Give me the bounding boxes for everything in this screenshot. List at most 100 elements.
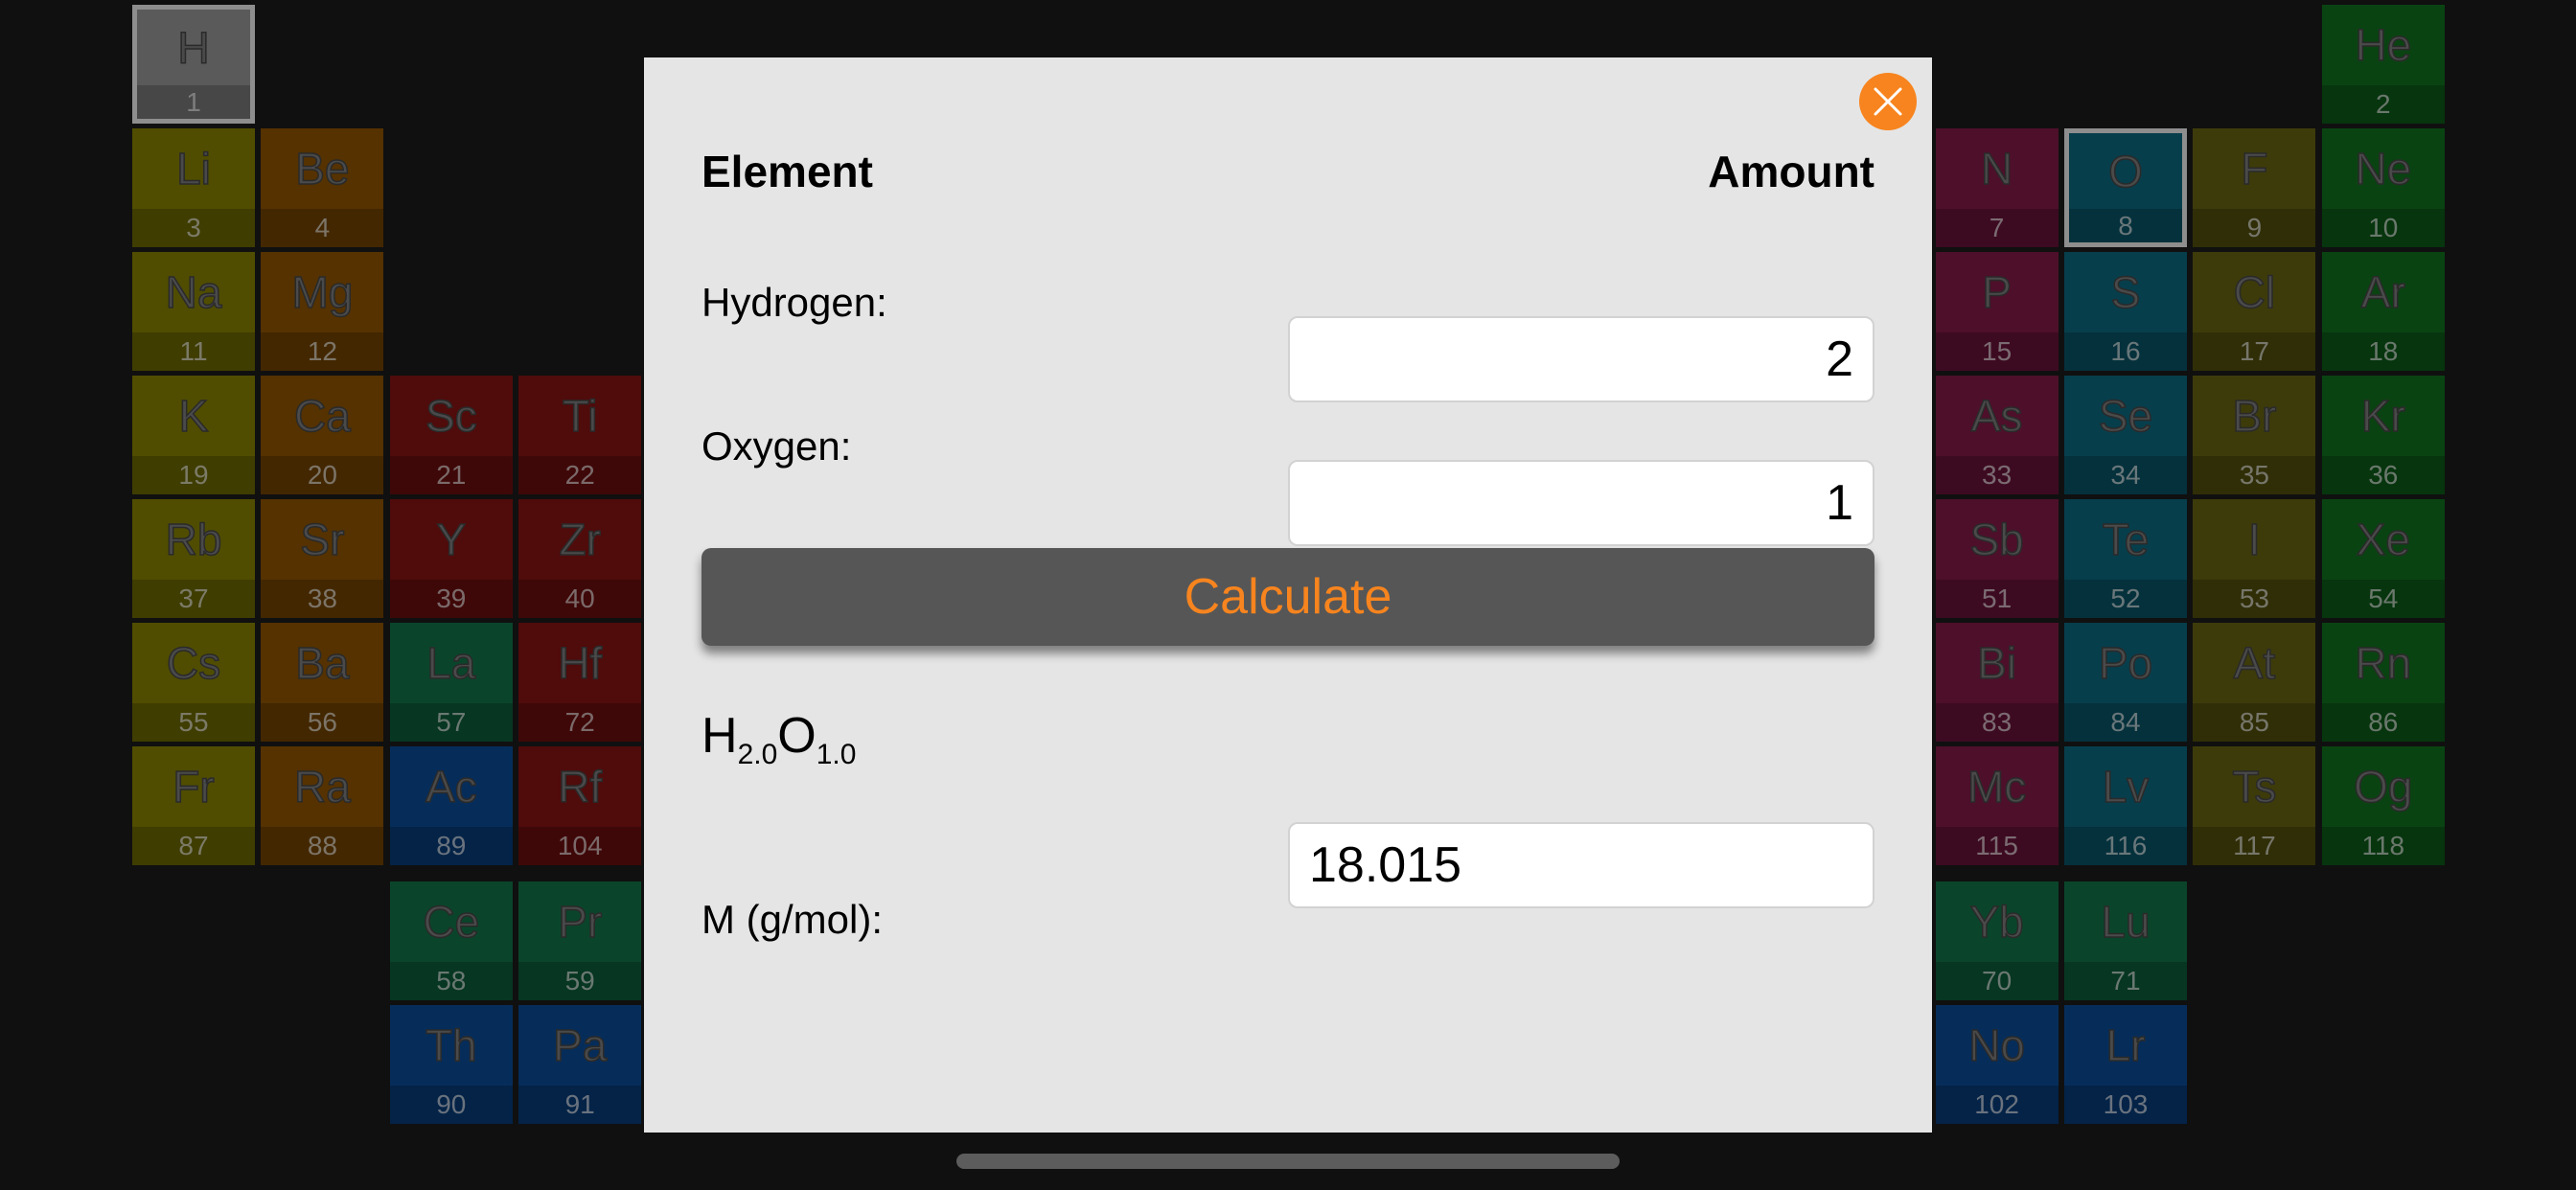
element-symbol: Fr	[172, 761, 216, 812]
element-cell-po[interactable]: Po 84	[2064, 623, 2187, 742]
element-symbol: Sc	[425, 390, 477, 442]
element-cell-li[interactable]: Li 3	[132, 128, 255, 247]
element-cell-sr[interactable]: Sr 38	[261, 499, 384, 618]
element-cell-s[interactable]: S 16	[2064, 252, 2187, 371]
element-symbol: Ba	[295, 637, 351, 689]
amount-column-header: Amount	[1708, 147, 1874, 196]
atomic-number: 20	[261, 456, 384, 494]
element-cell-ce[interactable]: Ce 58	[389, 881, 513, 1000]
element-cell-ar[interactable]: Ar 18	[2321, 252, 2445, 371]
element-symbol: Br	[2232, 390, 2278, 442]
element-cell-lu[interactable]: Lu 71	[2064, 881, 2187, 1000]
element-symbol: Hf	[557, 637, 603, 689]
element-cell-rn[interactable]: Rn 86	[2321, 623, 2445, 742]
element-cell-bi[interactable]: Bi 83	[1935, 623, 2058, 742]
element-cell-xe[interactable]: Xe 54	[2321, 499, 2445, 618]
element-symbol: O	[2107, 146, 2143, 197]
element-cell-ts[interactable]: Ts 117	[2193, 746, 2316, 865]
element-cell-h[interactable]: H1	[132, 5, 255, 124]
home-indicator[interactable]	[956, 1154, 1620, 1169]
element-cell-rb[interactable]: Rb 37	[132, 499, 255, 618]
element-cell-se[interactable]: Se 34	[2064, 376, 2187, 494]
atomic-number: 37	[132, 580, 255, 618]
element-symbol: Zr	[559, 514, 602, 565]
element-cell-zr[interactable]: Zr 40	[518, 499, 642, 618]
atomic-number: 116	[2064, 827, 2187, 865]
molar-mass-output[interactable]	[1288, 822, 1874, 908]
element-cell-ca[interactable]: Ca 20	[261, 376, 384, 494]
element-cell-rf[interactable]: Rf 104	[518, 746, 642, 865]
element-cell-no[interactable]: No 102	[1935, 1005, 2058, 1124]
element-cell-cs[interactable]: Cs 55	[132, 623, 255, 742]
element-symbol: Pa	[552, 1019, 608, 1071]
element-cell-cl[interactable]: Cl 17	[2193, 252, 2316, 371]
element-cell-pr[interactable]: Pr 59	[518, 881, 642, 1000]
element-symbol: I	[2247, 514, 2261, 565]
element-cell-ac[interactable]: Ac 89	[389, 746, 513, 865]
formula-display: H2.0O1.0	[702, 707, 856, 771]
element-symbol: F	[2241, 143, 2269, 195]
element-symbol: Xe	[2356, 514, 2411, 565]
element-symbol: As	[1970, 390, 2023, 442]
atomic-number: 118	[2321, 827, 2445, 865]
atomic-number: 54	[2321, 580, 2445, 618]
element-symbol: Cl	[2233, 266, 2276, 318]
element-cell-fr[interactable]: Fr 87	[132, 746, 255, 865]
element-cell-og[interactable]: Og 118	[2321, 746, 2445, 865]
element-symbol: La	[426, 637, 476, 689]
element-cell-n[interactable]: N7	[1935, 128, 2058, 247]
element-cell-kr[interactable]: Kr 36	[2321, 376, 2445, 494]
element-cell-at[interactable]: At 85	[2193, 623, 2316, 742]
element-cell-as[interactable]: As 33	[1935, 376, 2058, 494]
element-cell-la[interactable]: La 57	[389, 623, 513, 742]
atomic-number: 4	[261, 209, 384, 247]
close-icon	[1874, 87, 1902, 116]
atomic-number: 15	[1935, 332, 2058, 371]
element-symbol: Ti	[562, 390, 598, 442]
atomic-number: 40	[518, 580, 642, 618]
element-cell-sc[interactable]: Sc 21	[389, 376, 513, 494]
element-cell-y[interactable]: Y 39	[389, 499, 513, 618]
element-cell-ba[interactable]: Ba 56	[261, 623, 384, 742]
atomic-number: 10	[2321, 209, 2445, 247]
element-cell-pa[interactable]: Pa 91	[518, 1005, 642, 1124]
element-cell-lr[interactable]: Lr 103	[2064, 1005, 2187, 1124]
formula-count: 2.0	[737, 739, 778, 770]
element-cell-hf[interactable]: Hf 72	[518, 623, 642, 742]
close-button[interactable]	[1859, 73, 1917, 130]
calculate-button[interactable]: Calculate	[702, 548, 1874, 646]
element-symbol: Rf	[557, 761, 603, 812]
element-cell-ra[interactable]: Ra 88	[261, 746, 384, 865]
element-cell-be[interactable]: Be 4	[261, 128, 384, 247]
element-cell-mc[interactable]: Mc 115	[1935, 746, 2058, 865]
atomic-number: 104	[518, 827, 642, 865]
element-cell-na[interactable]: Na 11	[132, 252, 255, 371]
element-cell-ne[interactable]: Ne 10	[2321, 128, 2445, 247]
element-cell-mg[interactable]: Mg 12	[261, 252, 384, 371]
hydrogen-amount-input[interactable]	[1288, 316, 1874, 402]
element-cell-f[interactable]: F9	[2193, 128, 2316, 247]
atomic-number: 84	[2064, 703, 2187, 742]
element-cell-sb[interactable]: Sb 51	[1935, 499, 2058, 618]
element-cell-yb[interactable]: Yb 70	[1935, 881, 2058, 1000]
element-cell-o[interactable]: O8	[2064, 128, 2187, 247]
oxygen-amount-input[interactable]	[1288, 460, 1874, 546]
element-symbol: Rn	[2355, 637, 2412, 689]
atomic-number: 70	[1935, 962, 2058, 1000]
element-cell-br[interactable]: Br 35	[2193, 376, 2316, 494]
element-cell-te[interactable]: Te 52	[2064, 499, 2187, 618]
element-cell-he[interactable]: He 2	[2321, 5, 2445, 124]
element-symbol: At	[2233, 637, 2276, 689]
element-cell-k[interactable]: K 19	[132, 376, 255, 494]
element-cell-ti[interactable]: Ti 22	[518, 376, 642, 494]
element-symbol: Kr	[2360, 390, 2406, 442]
element-cell-p[interactable]: P 15	[1935, 252, 2058, 371]
element-symbol: Lv	[2102, 761, 2150, 812]
atomic-number: 2	[2321, 85, 2445, 124]
element-symbol: Rb	[165, 514, 222, 565]
atomic-number: 89	[389, 827, 513, 865]
element-cell-lv[interactable]: Lv 116	[2064, 746, 2187, 865]
element-cell-th[interactable]: Th 90	[389, 1005, 513, 1124]
atomic-number: 8	[2069, 209, 2182, 242]
element-cell-i[interactable]: I 53	[2193, 499, 2316, 618]
